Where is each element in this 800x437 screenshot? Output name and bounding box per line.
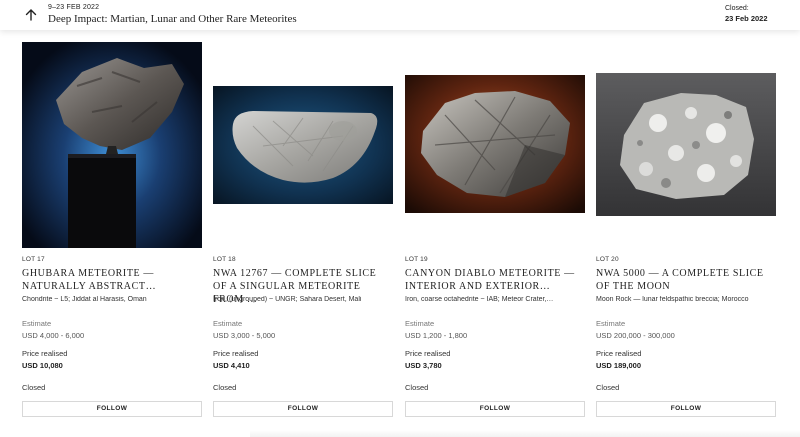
sale-dates: 9–23 FEB 2022 (48, 4, 100, 11)
follow-button[interactable]: FOLLOW (596, 401, 776, 417)
lot-number: LOT 19 (405, 256, 428, 263)
closed-date: 23 Feb 2022 (725, 14, 768, 23)
estimate-value: USD 200,000 - 300,000 (596, 331, 675, 340)
price-label: Price realised (213, 349, 259, 358)
sale-title: Deep Impact: Martian, Lunar and Other Ra… (48, 13, 297, 25)
lot-status: Closed (596, 383, 620, 392)
lot-status: Closed (213, 383, 237, 392)
price-label: Price realised (405, 349, 451, 358)
estimate-label: Estimate (405, 319, 435, 328)
lot-image-ghubara[interactable] (22, 42, 202, 248)
lot-status: Closed (22, 383, 46, 392)
lot-grid: LOT 17 GHUBARA METEORITE — NATURALLY ABS… (0, 30, 800, 437)
follow-button[interactable]: FOLLOW (213, 401, 393, 417)
price-value: USD 189,000 (596, 361, 642, 370)
price-label: Price realised (22, 349, 68, 358)
closed-label: Closed: (725, 5, 749, 12)
lot-image-nwa-12767[interactable] (213, 86, 393, 204)
estimate-value: USD 3,000 - 5,000 (213, 331, 276, 340)
lot-card: LOT 18 NWA 12767 — COMPLETE SLICE OF A S… (213, 30, 393, 430)
lot-card: LOT 17 GHUBARA METEORITE — NATURALLY ABS… (22, 30, 202, 430)
lot-number: LOT 18 (213, 256, 236, 263)
price-value: USD 4,410 (213, 361, 250, 370)
estimate-label: Estimate (213, 319, 243, 328)
bottom-shadow (250, 430, 800, 437)
sale-header: 9–23 FEB 2022 Deep Impact: Martian, Luna… (0, 0, 800, 30)
price-value: USD 3,780 (405, 361, 442, 370)
estimate-label: Estimate (596, 319, 626, 328)
follow-button[interactable]: FOLLOW (22, 401, 202, 417)
lot-card: LOT 20 NWA 5000 — A COMPLETE SLICE OF TH… (596, 30, 776, 430)
price-label: Price realised (596, 349, 642, 358)
lot-number: LOT 17 (22, 256, 45, 263)
estimate-value: USD 1,200 - 1,800 (405, 331, 468, 340)
lot-description: Chondrite ~ L5; Jiddat al Harasis, Oman (22, 296, 147, 303)
estimate-label: Estimate (22, 319, 52, 328)
price-value: USD 10,080 (22, 361, 63, 370)
lot-title[interactable]: NWA 5000 — A COMPLETE SLICE OF THE MOON (596, 267, 776, 293)
lot-number: LOT 20 (596, 256, 619, 263)
lot-status: Closed (405, 383, 429, 392)
estimate-value: USD 4,000 - 6,000 (22, 331, 85, 340)
lot-card: LOT 19 CANYON DIABLO METEORITE — INTERIO… (405, 30, 585, 430)
lot-description: Iron, coarse octahedrite ~ IAB; Meteor C… (405, 296, 554, 303)
lot-description: Moon Rock — lunar feldspathic breccia; M… (596, 296, 749, 303)
lot-title[interactable]: CANYON DIABLO METEORITE — INTERIOR AND E… (405, 267, 585, 293)
lot-image-nwa-5000[interactable] (596, 73, 776, 216)
lot-title[interactable]: GHUBARA METEORITE — NATURALLY ABSTRACT… (22, 267, 202, 293)
lot-description: Iron, (ungrouped) ~ UNGR; Sahara Desert,… (213, 296, 362, 303)
lot-image-canyon-diablo[interactable] (405, 75, 585, 213)
follow-button[interactable]: FOLLOW (405, 401, 585, 417)
back-arrow-icon[interactable] (22, 7, 40, 23)
